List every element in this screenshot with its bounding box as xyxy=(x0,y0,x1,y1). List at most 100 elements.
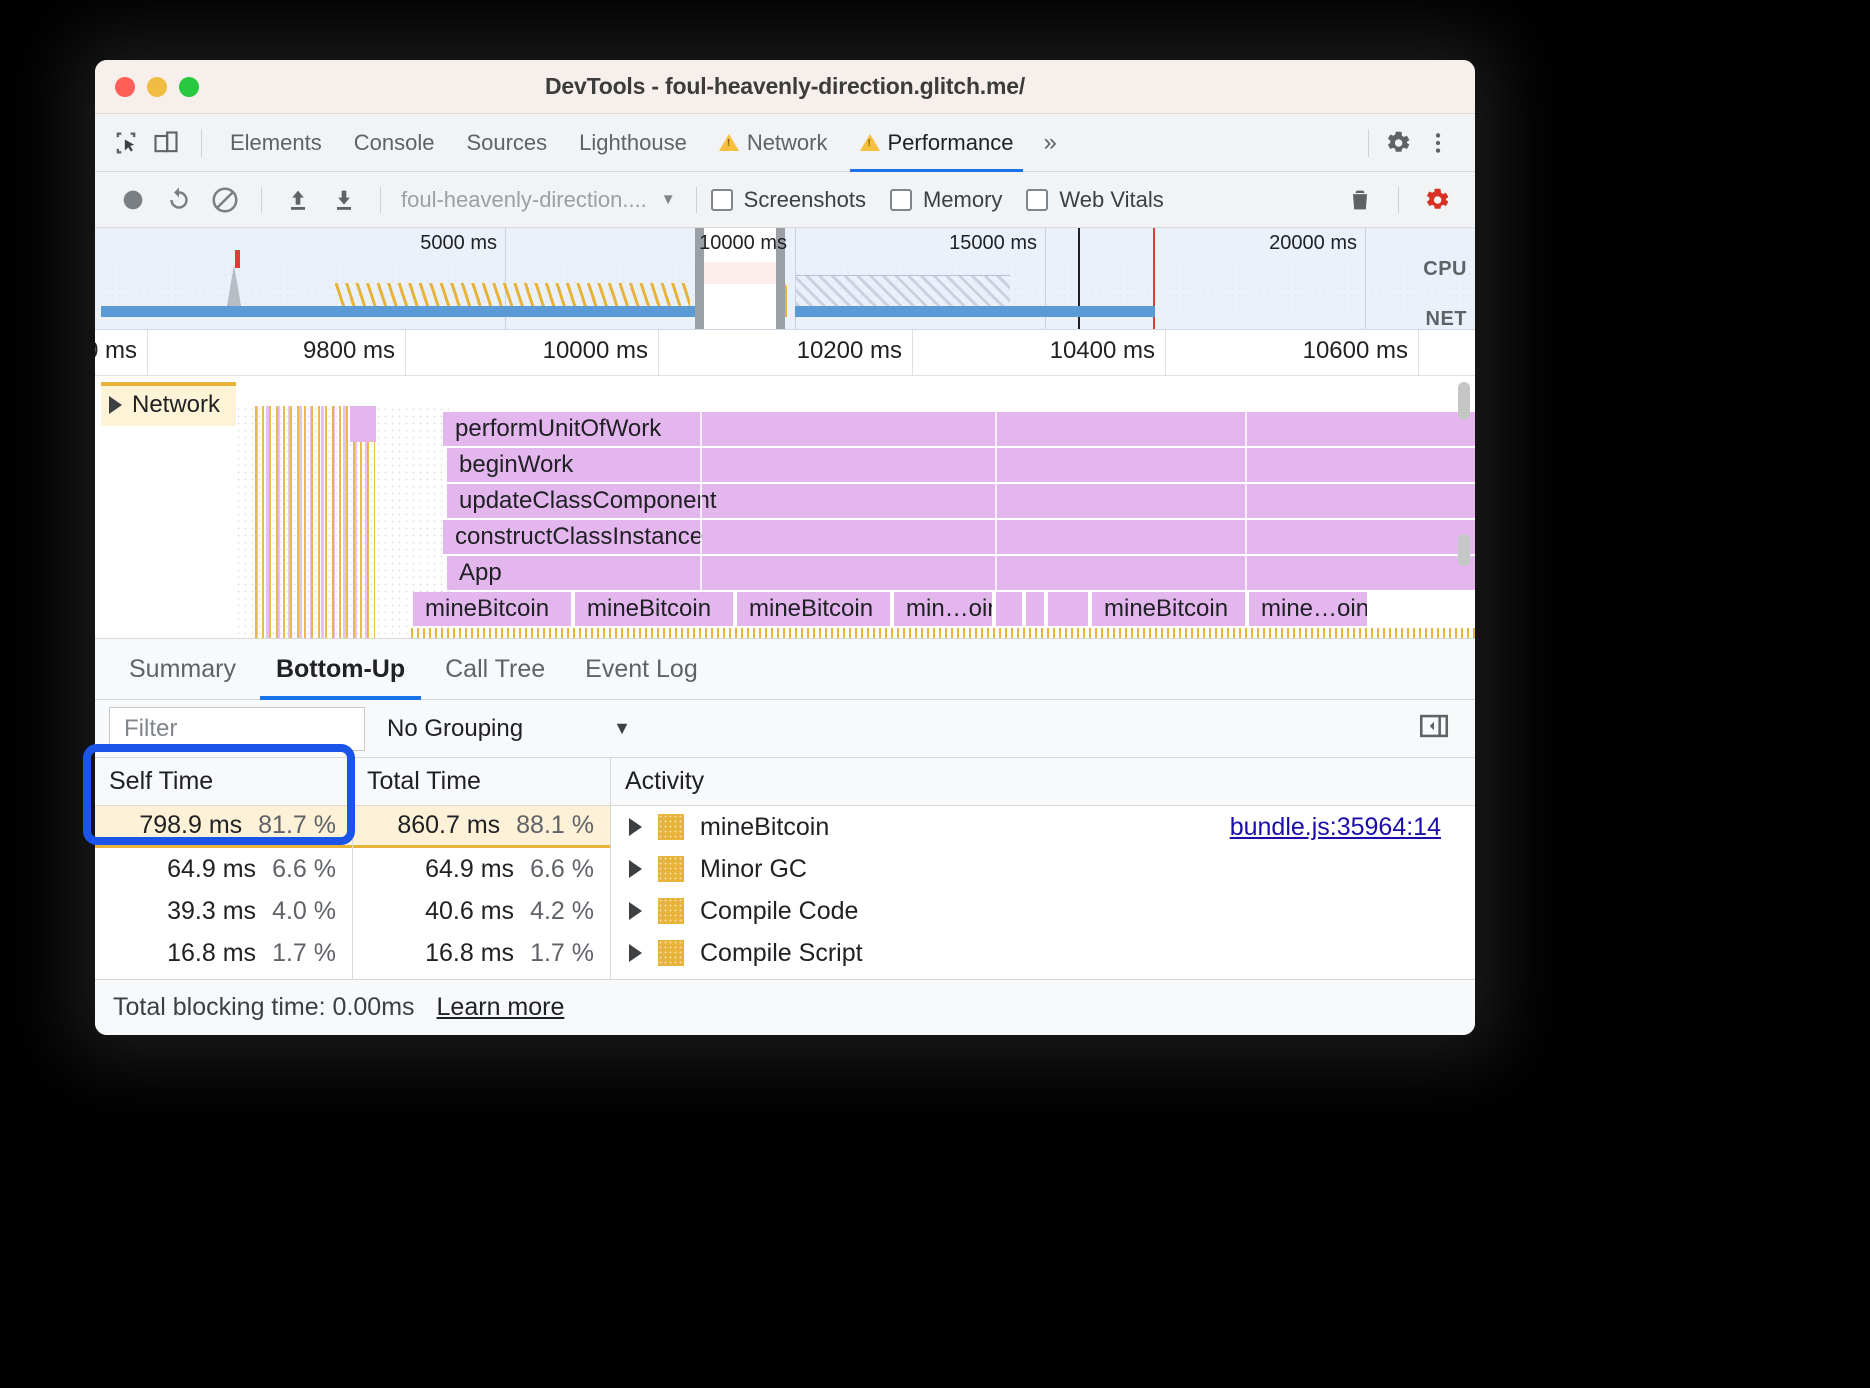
cell-total-time: 40.6 ms 4.2 % xyxy=(353,890,611,932)
memory-checkbox[interactable]: Memory xyxy=(889,186,1003,213)
devtools-window: DevTools - foul-heavenly-direction.glitc… xyxy=(95,60,1475,1035)
flamechart-bar[interactable]: beginWork xyxy=(447,448,1475,482)
expand-triangle-icon[interactable] xyxy=(629,860,642,878)
checkbox-box xyxy=(710,188,733,211)
source-link[interactable]: bundle.js:35964:14 xyxy=(1230,813,1441,842)
cell-activity: Minor GC xyxy=(611,848,1475,890)
overview-net-track-label: NET xyxy=(1425,308,1467,330)
expand-triangle-icon[interactable] xyxy=(109,396,122,414)
record-icon[interactable] xyxy=(111,180,155,220)
chevron-down-icon: ▼ xyxy=(613,718,631,738)
capture-settings-gear-icon[interactable] xyxy=(1415,180,1459,220)
flamechart-leaf-bar[interactable]: mine…oin xyxy=(1249,592,1369,626)
expand-triangle-icon[interactable] xyxy=(629,944,642,962)
flamechart-bar[interactable]: performUnitOfWork xyxy=(443,412,1475,446)
flamechart-leaf-bar[interactable]: mineBitcoin xyxy=(575,592,735,626)
flamechart-bar[interactable]: App xyxy=(447,556,1475,590)
self-time-percent: 81.7 % xyxy=(258,811,336,839)
more-tabs-icon[interactable]: » xyxy=(1029,129,1070,157)
flamechart-frame-block[interactable] xyxy=(350,406,376,442)
grouping-label: No Grouping xyxy=(387,714,524,742)
download-icon[interactable] xyxy=(322,180,366,220)
tab-console-label: Console xyxy=(353,129,435,155)
expand-triangle-icon[interactable] xyxy=(629,818,642,836)
flamechart-network-group[interactable]: Network xyxy=(101,382,237,426)
expand-triangle-icon[interactable] xyxy=(629,902,642,920)
total-blocking-time: Total blocking time: 0.00ms xyxy=(113,993,415,1021)
warning-triangle-icon xyxy=(859,134,880,151)
scrollbar-thumb[interactable] xyxy=(1458,534,1470,566)
total-time-value: 64.9 ms xyxy=(425,854,515,883)
activity-label: Minor GC xyxy=(700,854,807,883)
tabstrip-right-controls xyxy=(1356,126,1461,160)
recording-select[interactable]: foul-heavenly-direction.... ▼ xyxy=(395,187,682,213)
flamechart-divider xyxy=(700,412,702,592)
cell-total-time: 860.7 ms 88.1 % xyxy=(353,806,611,848)
activity-color-swatch xyxy=(658,940,684,966)
self-time-value: 39.3 ms xyxy=(167,896,257,925)
reload-record-icon[interactable] xyxy=(157,180,201,220)
tab-bottom-up-label: Bottom-Up xyxy=(275,654,406,683)
tab-elements[interactable]: Elements xyxy=(214,114,338,172)
tab-event-log[interactable]: Event Log xyxy=(565,638,718,700)
tab-sources[interactable]: Sources xyxy=(450,114,563,172)
inspect-element-icon[interactable] xyxy=(109,126,143,160)
clear-icon[interactable] xyxy=(203,180,247,220)
grouping-select[interactable]: No Grouping ▼ xyxy=(387,715,631,743)
device-toolbar-icon[interactable] xyxy=(149,126,183,160)
ruler-tick-label: 10400 ms xyxy=(1049,337,1155,364)
tab-network[interactable]: Network xyxy=(703,114,844,172)
checkbox-box xyxy=(889,188,912,211)
screenshots-label: Screenshots xyxy=(743,186,866,212)
cell-activity: mineBitcoin bundle.js:35964:14 xyxy=(611,806,1475,848)
learn-more-link[interactable]: Learn more xyxy=(437,993,565,1022)
cell-activity: Compile Script xyxy=(611,932,1475,974)
scrollbar-thumb-top[interactable] xyxy=(1458,382,1470,420)
ruler-gridline xyxy=(405,330,406,375)
flamechart-leaf-bar[interactable]: mineBitcoin xyxy=(737,592,892,626)
toolbar-divider xyxy=(380,186,381,213)
web-vitals-checkbox[interactable]: Web Vitals xyxy=(1026,187,1164,213)
bottom-up-table[interactable]: Self Time Total Time Activity 798.9 ms 8… xyxy=(95,758,1475,984)
flamechart-leaf-bar[interactable]: mineBitcoin xyxy=(1092,592,1247,626)
flamechart-scrollbar[interactable] xyxy=(1457,376,1473,638)
tab-performance[interactable]: Performance xyxy=(844,114,1030,172)
column-header-self-time[interactable]: Self Time xyxy=(95,758,353,805)
trash-icon[interactable] xyxy=(1338,180,1382,220)
flamechart-leaf-bar[interactable] xyxy=(1026,592,1046,626)
cell-total-time: 64.9 ms 6.6 % xyxy=(353,848,611,890)
warning-triangle-icon xyxy=(718,134,739,151)
tab-lighthouse[interactable]: Lighthouse xyxy=(563,114,703,172)
table-row[interactable]: 16.8 ms 1.7 % 16.8 ms 1.7 % Compile Scri… xyxy=(95,932,1475,974)
tab-call-tree[interactable]: Call Tree xyxy=(425,638,565,700)
memory-label: Memory xyxy=(922,186,1003,212)
flamechart[interactable]: Network performUnitOfWork beginWork upda… xyxy=(95,376,1475,638)
flamechart-bar[interactable]: updateClassComponent xyxy=(447,484,1475,518)
table-row[interactable]: 39.3 ms 4.0 % 40.6 ms 4.2 % Compile Code xyxy=(95,890,1475,932)
flamechart-leaf-bar[interactable] xyxy=(1048,592,1090,626)
tab-console[interactable]: Console xyxy=(338,114,451,172)
upload-icon[interactable] xyxy=(276,180,320,220)
self-time-percent: 1.7 % xyxy=(272,938,336,967)
ruler-gridline xyxy=(658,330,659,375)
flamechart-bar[interactable]: constructClassInstance xyxy=(443,520,1475,554)
timeline-overview[interactable]: 5000 ms 10000 ms 15000 ms 20000 ms CPU N… xyxy=(95,228,1475,330)
total-time-percent: 4.2 % xyxy=(530,896,594,925)
flamechart-leaf-bar[interactable] xyxy=(996,592,1024,626)
cell-self-time: 64.9 ms 6.6 % xyxy=(95,848,353,890)
table-row[interactable]: 64.9 ms 6.6 % 64.9 ms 6.6 % Minor GC xyxy=(95,848,1475,890)
screenshots-checkbox[interactable]: Screenshots xyxy=(710,186,866,213)
filter-input[interactable]: Filter xyxy=(109,706,365,751)
flamechart-ruler: 0 ms 9800 ms 10000 ms 10200 ms 10400 ms … xyxy=(95,330,1475,376)
tab-network-label: Network xyxy=(746,129,828,155)
table-row[interactable]: 798.9 ms 81.7 % 860.7 ms 88.1 % mineBitc… xyxy=(95,806,1475,848)
tab-bottom-up[interactable]: Bottom-Up xyxy=(256,638,425,700)
gear-icon[interactable] xyxy=(1381,126,1415,160)
column-header-activity[interactable]: Activity xyxy=(611,758,1475,805)
collapse-sidebar-icon[interactable] xyxy=(1417,709,1451,748)
column-header-total-time[interactable]: Total Time xyxy=(353,758,611,805)
kebab-menu-icon[interactable] xyxy=(1421,126,1455,160)
tab-summary[interactable]: Summary xyxy=(109,638,256,700)
flamechart-leaf-bar[interactable]: mineBitcoin xyxy=(413,592,573,626)
flamechart-leaf-bar[interactable]: min…oin xyxy=(894,592,994,626)
